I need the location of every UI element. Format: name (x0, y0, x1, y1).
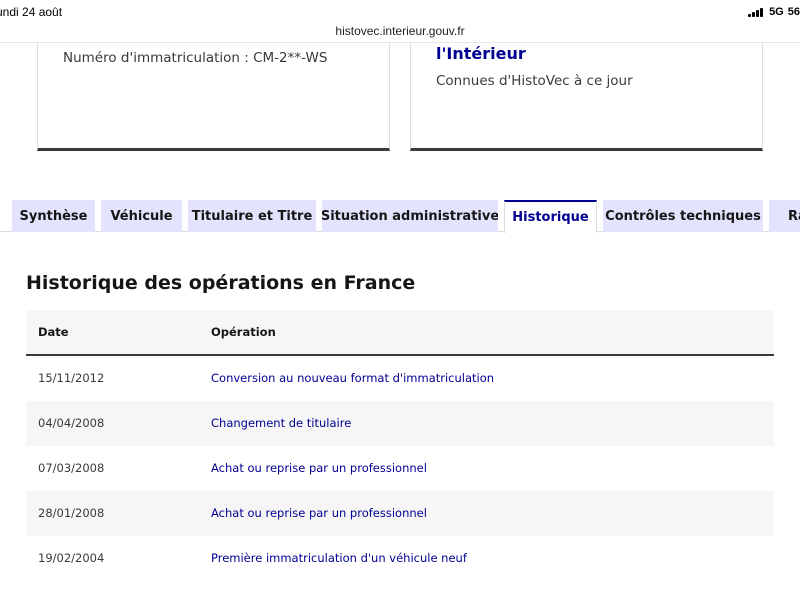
row-date: 28/01/2008 (38, 506, 105, 520)
tab-situation-administrative[interactable]: Situation administrative (322, 200, 498, 232)
row-operation[interactable]: Première immatriculation d'un véhicule n… (211, 551, 467, 565)
row-date: 19/02/2004 (38, 551, 105, 565)
signal-icon (748, 7, 764, 17)
tab-synthese[interactable]: Synthèse (12, 200, 95, 232)
tab-historique[interactable]: Historique (504, 200, 597, 233)
header-operation: Opération (211, 325, 276, 339)
network-label: 5G (769, 6, 784, 18)
tab-rapport-truncated[interactable]: Ra (769, 200, 800, 232)
header-date: Date (38, 325, 69, 339)
interior-card-subtitle: Connues d'HistoVec à ce jour (436, 73, 633, 89)
row-operation[interactable]: Changement de titulaire (211, 416, 351, 430)
interior-card-title: l'Intérieur (436, 44, 526, 63)
page-title: Historique des opérations en France (26, 272, 416, 294)
table-row: 07/03/2008 Achat ou reprise par un profe… (26, 446, 774, 491)
status-date: undi 24 août (0, 5, 63, 19)
row-date: 07/03/2008 (38, 461, 105, 475)
row-operation[interactable]: Conversion au nouveau format d'immatricu… (211, 371, 494, 385)
row-operation[interactable]: Achat ou reprise par un professionnel (211, 506, 427, 520)
tab-titulaire-et-titre[interactable]: Titulaire et Titre (188, 200, 316, 232)
table-row: 28/01/2008 Achat ou reprise par un profe… (26, 491, 774, 536)
registration-number: Numéro d'immatriculation : CM-2**-WS (63, 50, 328, 66)
row-operation[interactable]: Achat ou reprise par un professionnel (211, 461, 427, 475)
tab-controles-techniques[interactable]: Contrôles techniques (603, 200, 763, 232)
table-row: 04/04/2008 Changement de titulaire (26, 401, 774, 446)
table-row: 19/02/2004 Première immatriculation d'un… (26, 536, 774, 581)
interior-card: l'Intérieur Connues d'HistoVec à ce jour (410, 43, 763, 151)
operations-table: Date Opération 15/11/2012 Conversion au … (26, 310, 774, 581)
tab-vehicule[interactable]: Véhicule (101, 200, 182, 232)
status-bar: undi 24 août 5G 56 (0, 0, 800, 22)
address-bar[interactable]: histovec.interieur.gouv.fr (0, 24, 800, 38)
status-indicators: 5G 56 (748, 6, 800, 18)
registration-card: Numéro d'immatriculation : CM-2**-WS (37, 43, 390, 151)
row-date: 04/04/2008 (38, 416, 105, 430)
table-header: Date Opération (26, 310, 774, 356)
row-date: 15/11/2012 (38, 371, 105, 385)
table-row: 15/11/2012 Conversion au nouveau format … (26, 356, 774, 401)
network-extra: 56 (787, 6, 800, 18)
